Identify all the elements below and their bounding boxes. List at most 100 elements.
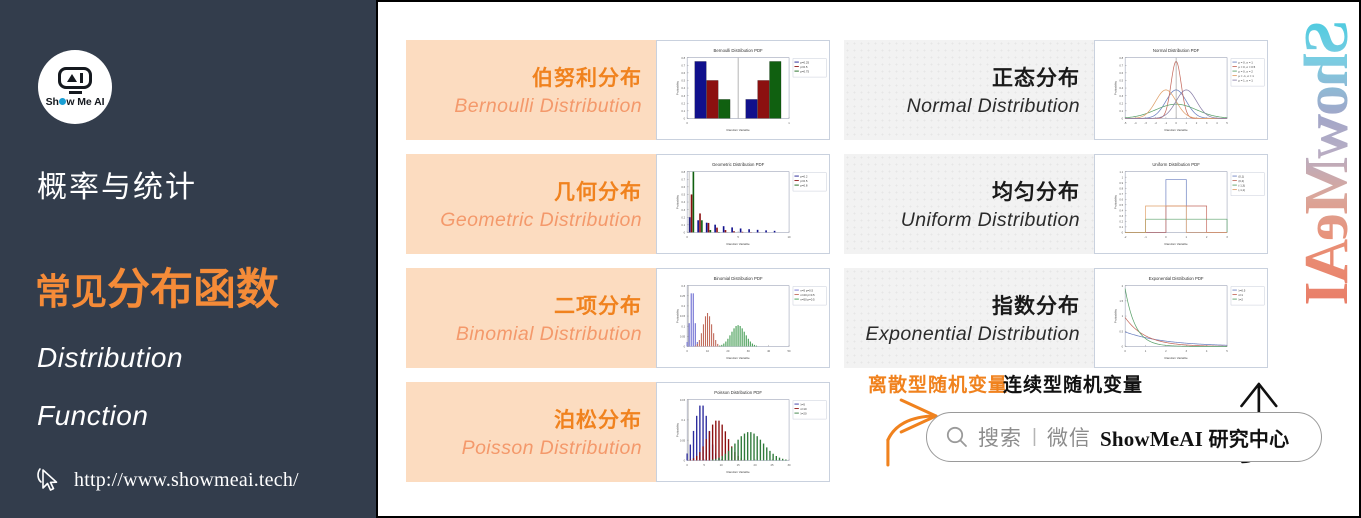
sidebar: Sh w Me AI 概率与统计 常见分布函数 Distribution Func… <box>0 0 378 518</box>
card-title-cn: 均匀分布 <box>992 180 1080 204</box>
svg-text:λ=2: λ=2 <box>1238 297 1243 301</box>
normal-plot: Normal Distribution PDF Random Variable Pr… <box>1113 48 1265 132</box>
svg-text:λ=10: λ=10 <box>800 407 807 411</box>
slide-root: Sh w Me AI 概率与统计 常见分布函数 Distribution Func… <box>0 0 1361 518</box>
svg-text:0.8: 0.8 <box>1119 56 1123 60</box>
svg-text:0.9: 0.9 <box>1119 181 1123 185</box>
card-label: 伯努利分布 Bernoulli Distribution <box>406 40 656 140</box>
svg-text:0.2: 0.2 <box>681 101 685 105</box>
svg-text:1.5: 1.5 <box>1119 299 1123 303</box>
svg-text:-1: -1 <box>1144 235 1147 239</box>
svg-text:0.8: 0.8 <box>1119 186 1123 190</box>
svg-text:λ=20: λ=20 <box>800 411 807 415</box>
svg-text:-2: -2 <box>1124 235 1127 239</box>
bernoulli-plot: Bernoulli Distribution PDF Random Variabl… <box>675 48 827 132</box>
svg-text:(0,2): (0,2) <box>1238 179 1244 183</box>
bar-icon <box>79 72 84 83</box>
svg-text:0.1: 0.1 <box>681 324 685 328</box>
svg-text:1: 1 <box>1186 121 1188 125</box>
svg-text:-2: -2 <box>1154 121 1157 125</box>
card-poisson[interactable]: 泊松分布 Poisson Distribution Poisson Distribu… <box>406 382 830 482</box>
svg-text:0.5: 0.5 <box>681 193 685 197</box>
card-title-cn: 泊松分布 <box>554 408 642 432</box>
svg-text:2: 2 <box>1165 349 1167 353</box>
chart-poisson: Poisson Distribution PDF Random Variable P… <box>656 382 830 482</box>
headline-main: 分布函数 <box>107 265 280 315</box>
svg-text:2: 2 <box>1122 284 1124 288</box>
svg-text:5: 5 <box>737 235 739 239</box>
card-bernoulli[interactable]: 伯努利分布 Bernoulli Distribution Bernoulli Dis… <box>406 40 830 140</box>
svg-text:10: 10 <box>720 463 724 467</box>
svg-text:0: 0 <box>1124 349 1126 353</box>
svg-text:p=0.25: p=0.25 <box>800 60 809 64</box>
card-uniform[interactable]: 均匀分布 Uniform Distribution Uniform Distribu… <box>844 154 1268 254</box>
svg-text:0.5: 0.5 <box>1119 79 1123 83</box>
svg-text:-5: -5 <box>1124 121 1127 125</box>
svg-text:λ=0.5: λ=0.5 <box>1238 288 1245 292</box>
svg-text:0: 0 <box>684 231 686 235</box>
svg-text:0.3: 0.3 <box>681 94 685 98</box>
svg-text:15: 15 <box>737 463 741 467</box>
svg-text:0: 0 <box>686 463 688 467</box>
svg-text:0.3: 0.3 <box>681 208 685 212</box>
svg-text:0: 0 <box>1165 235 1167 239</box>
svg-text:Random Variable: Random Variable <box>727 128 750 132</box>
chart-bernoulli: Bernoulli Distribution PDF Random Variabl… <box>656 40 830 140</box>
svg-text:0.25: 0.25 <box>680 294 686 298</box>
svg-text:(-1,1): (-1,1) <box>1238 188 1245 192</box>
svg-text:Random Variable: Random Variable <box>1165 242 1188 246</box>
svg-text:0.6: 0.6 <box>1119 71 1123 75</box>
svg-text:10: 10 <box>706 349 710 353</box>
svg-text:0: 0 <box>1175 121 1177 125</box>
svg-text:n=20 p=0.5: n=20 p=0.5 <box>800 293 815 297</box>
svg-text:1: 1 <box>788 121 790 125</box>
discrete-column: 伯努利分布 Bernoulli Distribution Bernoulli Dis… <box>406 40 830 482</box>
card-title-en: Bernoulli Distribution <box>454 95 642 117</box>
svg-text:0.1: 0.1 <box>681 109 685 113</box>
card-normal[interactable]: 正态分布 Normal Distribution Normal Distributi… <box>844 40 1268 140</box>
uniform-plot: Uniform Distribution PDF Random Variable P… <box>1113 162 1265 246</box>
svg-text:-1: -1 <box>1165 121 1168 125</box>
svg-text:0: 0 <box>684 345 686 349</box>
svg-text:0.05: 0.05 <box>680 334 686 338</box>
brand-latin: ShowMeAI <box>1099 426 1204 451</box>
svg-text:p=0.8: p=0.8 <box>800 183 808 187</box>
card-title-cn: 指数分布 <box>992 294 1080 318</box>
svg-text:(-1,3): (-1,3) <box>1238 183 1245 187</box>
svg-text:0.7: 0.7 <box>1119 63 1123 67</box>
card-binomial[interactable]: 二项分布 Binomial Distribution Binomial Distri… <box>406 268 830 368</box>
svg-text:μ = -1, σ = 1: μ = -1, σ = 1 <box>1238 74 1254 78</box>
svg-text:μ = 0, σ = 0.5: μ = 0, σ = 0.5 <box>1238 65 1255 69</box>
subtitle-en-line2: Function <box>37 400 149 431</box>
watermark-text: ShowMeAI <box>1293 20 1361 304</box>
chart-exponential: Exponential Distribution PDF Random Varia… <box>1094 268 1268 368</box>
search-bar[interactable]: 搜索 | 微信 ShowMeAI 研究中心 <box>926 412 1322 462</box>
svg-text:n=5 p=0.5: n=5 p=0.5 <box>800 288 813 292</box>
svg-text:Uniform Distribution PDF: Uniform Distribution PDF <box>1152 162 1200 167</box>
card-geometric[interactable]: 几何分布 Geometric Distribution Geometric Dist… <box>406 154 830 254</box>
website-link[interactable]: http://www.showmeai.tech/ <box>36 466 299 494</box>
exponential-plot: Exponential Distribution PDF Random Varia… <box>1113 276 1265 360</box>
svg-text:10: 10 <box>788 235 792 239</box>
svg-text:0: 0 <box>686 121 688 125</box>
card-exponential[interactable]: 指数分布 Exponential Distribution Exponential … <box>844 268 1268 368</box>
svg-text:0.7: 0.7 <box>681 63 685 67</box>
svg-text:1: 1 <box>1145 349 1147 353</box>
svg-text:4: 4 <box>1206 349 1208 353</box>
svg-text:30: 30 <box>788 463 792 467</box>
svg-text:Geometric Distribution PDF: Geometric Distribution PDF <box>712 162 765 167</box>
card-label: 均匀分布 Uniform Distribution <box>844 154 1094 254</box>
svg-text:0.8: 0.8 <box>681 56 685 60</box>
binomial-plot: Binomial Distribution PDF Random Variable… <box>675 276 827 360</box>
svg-text:0: 0 <box>1122 231 1124 235</box>
svg-text:0.6: 0.6 <box>681 71 685 75</box>
card-label: 几何分布 Geometric Distribution <box>406 154 656 254</box>
headline-lead: 常见 <box>35 272 108 313</box>
svg-text:λ=1: λ=1 <box>1238 293 1243 297</box>
svg-text:0.1: 0.1 <box>1119 109 1123 113</box>
content-panel: ShowMeAI 伯努利分布 Bernoulli Distribution Bern… <box>378 0 1361 518</box>
svg-text:Exponential Distribution PDF: Exponential Distribution PDF <box>1149 276 1204 281</box>
headline: 常见分布函数 <box>35 255 279 317</box>
logo-text: Sh w Me AI <box>45 95 105 108</box>
svg-text:p=0.5: p=0.5 <box>800 179 808 183</box>
